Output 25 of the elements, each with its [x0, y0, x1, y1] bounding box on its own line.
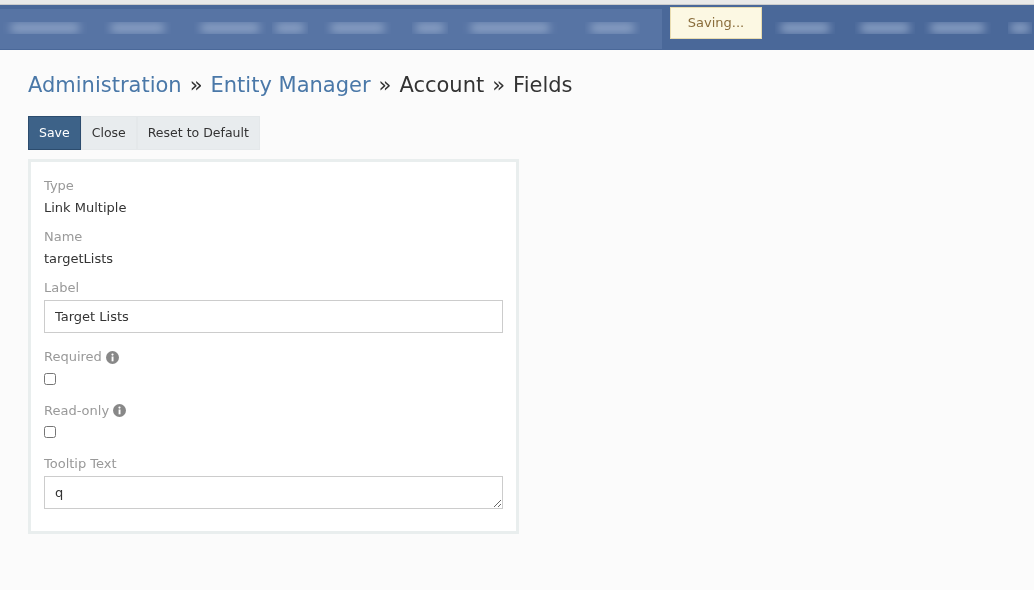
field-label: Label [44, 279, 80, 298]
action-button[interactable]: Reset to Default [136, 115, 260, 151]
info-icon[interactable] [105, 350, 119, 364]
field-label: Tooltip Text [44, 455, 117, 474]
breadcrumb-separator: » [492, 72, 506, 99]
saving-notice: Saving... [670, 7, 762, 39]
field-label: Required [44, 348, 102, 367]
breadcrumb-separator: » [378, 72, 392, 99]
breadcrumb-item: Fields [513, 72, 573, 99]
breadcrumb-link[interactable]: Administration [28, 70, 182, 102]
label-input-field[interactable]: Target Lists [44, 299, 503, 334]
checkbox[interactable] [44, 372, 56, 385]
action-button[interactable]: Close [80, 115, 137, 151]
breadcrumb-item: Account [399, 72, 485, 99]
breadcrumb-separator: » [189, 72, 203, 99]
field-label: Read-only [44, 401, 110, 420]
checkbox[interactable] [44, 426, 56, 439]
field-label: Type [44, 177, 74, 196]
field-value: targetLists [44, 249, 115, 268]
breadcrumb-link[interactable]: Entity Manager [210, 70, 371, 102]
tooltip-text-area[interactable]: q [44, 475, 503, 509]
info-icon[interactable] [113, 404, 127, 417]
save-button[interactable]: Save [28, 115, 81, 151]
field-label: Name [44, 228, 83, 247]
field-value: Link Multiple [44, 198, 128, 217]
